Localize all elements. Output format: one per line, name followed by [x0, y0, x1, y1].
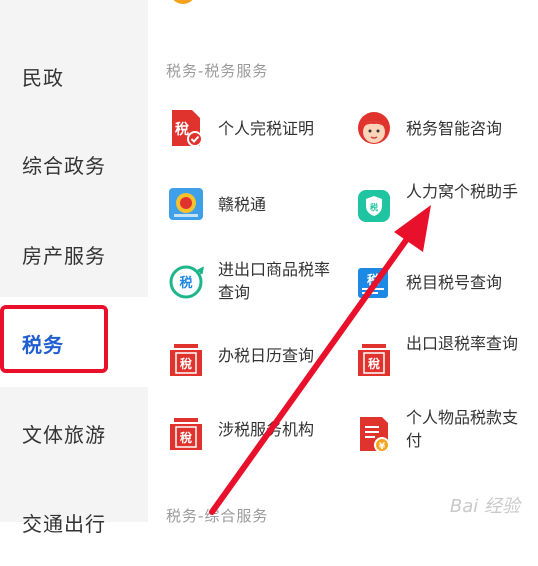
service-label: 个人完税证明 [218, 119, 315, 138]
service-tax-agencies[interactable]: 稅 涉税服务机构 [168, 406, 348, 462]
svg-text:税: 税 [367, 272, 379, 287]
sidebar-item-label: 文体旅游 [22, 423, 106, 447]
service-gan-tax[interactable]: 赣税通 [168, 176, 348, 232]
svg-text:税: 税 [179, 275, 192, 291]
import-export-tax-icon: 税 [169, 265, 204, 299]
service-label: 出口退税率查询 [406, 334, 519, 353]
svg-text:稅: 稅 [180, 356, 192, 371]
svg-text:稅: 稅 [368, 356, 380, 371]
sidebar-item-label: 综合政务 [22, 154, 106, 178]
service-label: 赣税通 [218, 195, 267, 214]
tax-code-icon: 税 [358, 268, 388, 298]
watermark: Bai 经验 [449, 496, 520, 517]
sidebar-item-label: 房产服务 [22, 244, 106, 268]
service-personal-tax-certificate[interactable]: 稅 个人完税证明 [168, 100, 348, 156]
tax-certificate-icon: 稅 [172, 110, 203, 147]
section-title-tax-services: 税务-税务服务 [166, 62, 269, 80]
category-sidebar: 民政 综合政务 房产服务 税务 文体旅游 交通出行 [0, 0, 150, 536]
tax-assistant-avatar-icon [358, 112, 390, 144]
service-label: 税务智能咨询 [406, 119, 503, 138]
service-renliwo-tax-helper[interactable]: 税 人力窝个税助手 [356, 176, 536, 232]
service-tax-smart-consult[interactable]: 税务智能咨询 [356, 100, 536, 156]
service-label: 涉税服务机构 [218, 420, 315, 439]
highlight-box [0, 305, 108, 373]
svg-text:税: 税 [370, 202, 378, 212]
service-import-export-tax-rate[interactable]: 税 进出口商品税率查询 [168, 254, 348, 310]
sidebar-item-culture-tourism[interactable]: 文体旅游 [0, 387, 148, 477]
service-label: 个人物品税款支付 [406, 408, 519, 450]
sidebar-item-civil-affairs[interactable]: 民政 [0, 30, 148, 120]
service-personal-goods-tax[interactable]: ¥ 个人物品税款支付 [356, 406, 536, 462]
service-tax-code-lookup[interactable]: 税 税目税号查询 [356, 254, 536, 310]
svg-text:稅: 稅 [175, 121, 189, 138]
service-label: 税目税号查询 [406, 273, 503, 292]
gan-tax-icon [169, 188, 203, 220]
svg-text:¥: ¥ [379, 442, 386, 452]
partial-app-icon [170, 0, 196, 4]
sidebar-item-label: 交通出行 [22, 512, 106, 536]
sidebar-item-general-affairs[interactable]: 综合政务 [0, 118, 148, 208]
service-tax-calendar[interactable]: 稅 办税日历查询 [168, 332, 348, 388]
service-label: 办税日历查询 [218, 346, 315, 365]
sidebar-item-housing[interactable]: 房产服务 [0, 208, 148, 298]
tax-calendar-icon: 稅 [170, 344, 202, 376]
tax-agency-icon: 稅 [170, 418, 202, 450]
personal-goods-tax-icon: ¥ [360, 417, 390, 453]
svg-text:稅: 稅 [180, 430, 192, 445]
sidebar-item-label: 民政 [22, 66, 64, 90]
export-refund-icon: 稅 [358, 344, 390, 376]
section-title-general-services: 税务-综合服务 [166, 507, 269, 525]
service-export-refund-rate[interactable]: 稅 出口退税率查询 [356, 332, 536, 388]
service-label: 进出口商品税率查询 [218, 260, 331, 302]
tax-shield-icon: 税 [358, 190, 390, 222]
sidebar-item-transport[interactable]: 交通出行 [0, 476, 148, 566]
service-label: 人力窝个税助手 [406, 182, 519, 201]
